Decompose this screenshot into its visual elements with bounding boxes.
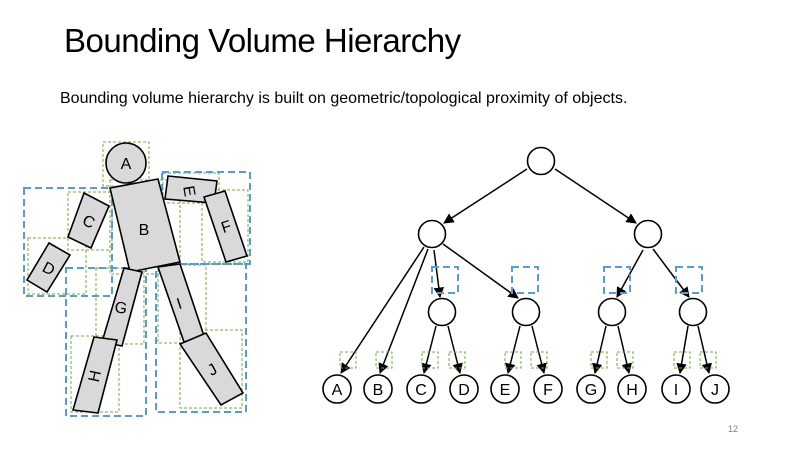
tree-group-boxes [431, 266, 703, 294]
leaf-label-c: C [415, 382, 427, 399]
tree-node-gh [597, 297, 627, 327]
edge-root-left [443, 168, 528, 224]
label-a: A [121, 156, 132, 173]
edge-root-right [554, 168, 637, 224]
leaf-label-f: F [543, 382, 553, 399]
edge-to-i [676, 325, 689, 375]
tree-box-c [421, 351, 439, 369]
label-b: B [139, 222, 150, 239]
tree-node-cd [427, 297, 457, 327]
figure: A B C D E F G H I J [23, 141, 251, 417]
tree-node-ij [678, 297, 708, 327]
edge-to-d [447, 325, 463, 375]
edge-to-g [592, 325, 607, 375]
leaf-label-g: G [585, 382, 597, 399]
bvh-diagram: A B C D E F G H I J A B C D E F G H I J [23, 141, 730, 417]
bvh-tree: A B C D E F G H I J [322, 146, 730, 404]
edge-to-cd [433, 249, 445, 299]
tree-root-node [526, 146, 556, 176]
leaf-label-b: B [373, 382, 384, 399]
leaf-label-j: J [711, 382, 719, 399]
tree-box-cd [431, 266, 459, 294]
tree-box-ef [511, 266, 539, 294]
edge-to-h [617, 325, 632, 375]
tree-node-left [417, 219, 447, 249]
edge-to-b [378, 248, 429, 374]
leaf-label-h: H [626, 382, 638, 399]
tree-box-ij [675, 266, 703, 294]
edge-to-c [421, 325, 437, 375]
edge-to-f [531, 325, 547, 375]
leaf-label-d: D [458, 382, 470, 399]
tree-node-ef [511, 297, 541, 327]
edge-to-e [505, 325, 521, 375]
leaf-label-a: A [332, 382, 343, 399]
edge-to-ef [442, 243, 519, 299]
edge-to-ij [652, 248, 690, 298]
tree-edges [340, 168, 712, 375]
edge-to-a [340, 246, 425, 374]
tree-box-b [375, 351, 393, 369]
leaf-label-i: I [674, 382, 678, 399]
tree-leaf-boxes [339, 351, 717, 369]
tree-leaf-nodes [322, 374, 730, 404]
tree-node-right [633, 219, 663, 249]
leaf-label-e: E [500, 382, 511, 399]
